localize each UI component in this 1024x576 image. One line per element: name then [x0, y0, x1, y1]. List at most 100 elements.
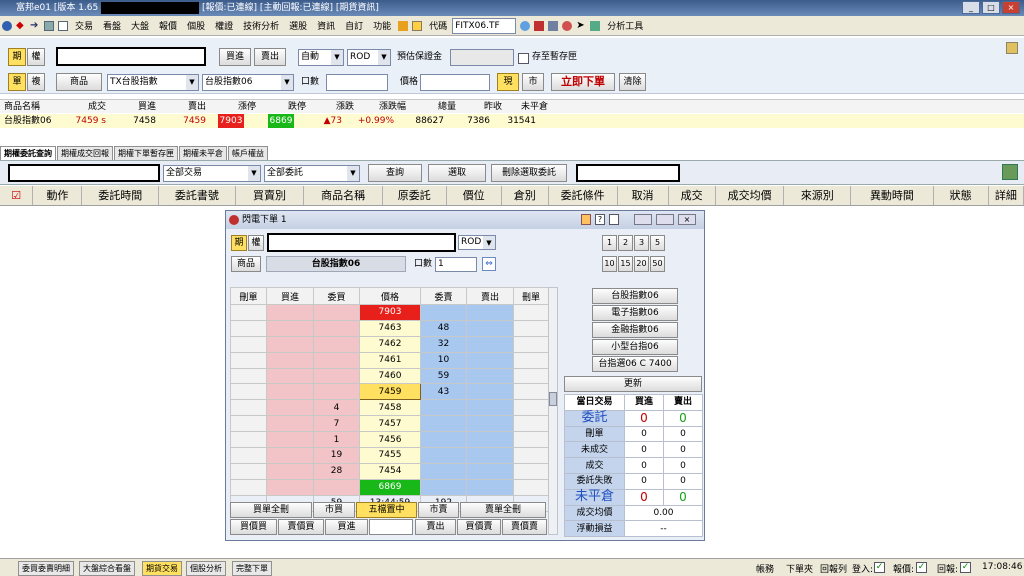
dialog-minimize-button[interactable] — [634, 214, 652, 225]
cancel-sell-cell[interactable] — [513, 335, 549, 353]
current-price-button[interactable]: 現 — [497, 73, 519, 91]
menu-watch[interactable]: 看盤 — [98, 19, 126, 32]
sell-cell[interactable] — [466, 319, 514, 337]
cancel-sell-cell[interactable] — [513, 351, 549, 369]
column-header[interactable]: 委託時間 — [82, 186, 160, 205]
price-cell[interactable]: 7459 — [359, 383, 421, 401]
ladder-row[interactable]: 19 7455 — [230, 447, 549, 464]
sell-cell[interactable] — [466, 383, 514, 401]
ladder-scrollbar[interactable] — [548, 287, 558, 535]
page-icon[interactable] — [58, 20, 68, 31]
pencil-icon[interactable] — [398, 20, 409, 31]
price-input-cell[interactable] — [369, 519, 413, 535]
maximize-button[interactable]: □ — [982, 1, 1000, 14]
qty-input[interactable] — [326, 74, 388, 91]
status-tab[interactable]: 大盤綜合看盤 — [79, 561, 135, 576]
buy-cell[interactable] — [266, 415, 314, 433]
edit-icon[interactable] — [1006, 42, 1018, 54]
swap-icon[interactable]: ⇔ — [482, 257, 496, 271]
tab-3[interactable]: 期權未平倉 — [179, 146, 227, 160]
price-cell[interactable]: 7460 — [359, 367, 421, 385]
column-header[interactable]: 異動時間 — [851, 186, 934, 205]
price-cell[interactable]: 7455 — [359, 447, 421, 464]
help-icon[interactable] — [562, 20, 573, 31]
dlg-qty-input[interactable]: 1 — [435, 257, 477, 272]
dlg-rod-select[interactable]: ROD — [458, 235, 496, 250]
store-checkbox[interactable] — [518, 53, 529, 64]
ladder-row[interactable]: 7460 59 — [230, 367, 549, 385]
ladder-action-button[interactable]: 市買 — [313, 502, 355, 518]
cancel-sell-cell[interactable] — [513, 367, 549, 385]
ladder-action-button[interactable]: 五檔置中 — [356, 502, 417, 518]
scroll-thumb[interactable] — [549, 392, 557, 406]
product-select[interactable]: TX台股指數 — [107, 74, 199, 91]
dlg-product-button[interactable]: 商品 — [231, 256, 261, 272]
tab-0[interactable]: 期權委託查詢 — [0, 146, 56, 160]
sell-button[interactable]: 賣出 — [254, 48, 286, 66]
price-cell[interactable]: 6869 — [359, 478, 421, 496]
menu-custom[interactable]: 自訂 — [340, 19, 368, 32]
tab-1[interactable]: 期權成交回報 — [57, 146, 113, 160]
menu-warrant[interactable]: 權證 — [210, 19, 238, 32]
sell-cell[interactable] — [466, 335, 514, 353]
menu-functions[interactable]: 功能 — [368, 19, 396, 32]
price-cell[interactable]: 7456 — [359, 431, 421, 449]
ladder-row[interactable]: 7463 48 — [230, 319, 549, 337]
dialog-close-button[interactable]: × — [678, 214, 696, 225]
cancel-sell-cell[interactable] — [513, 383, 549, 401]
code-input[interactable]: FITX06.TF — [452, 17, 517, 34]
product-shortcut-button[interactable]: 台股指數06 — [592, 288, 678, 304]
ladder-order-button[interactable]: 買進 — [325, 519, 368, 535]
ladder-order-button[interactable]: 賣出 — [415, 519, 456, 535]
buy-cell[interactable] — [266, 304, 314, 321]
column-header[interactable]: 動作 — [33, 186, 83, 205]
mode-select[interactable]: 自動 — [298, 49, 344, 66]
dlg-options-toggle[interactable]: 權 — [248, 235, 264, 251]
ladder-action-button[interactable]: 買單全刪 — [230, 502, 312, 518]
buy-cell[interactable] — [266, 319, 314, 337]
ladder-row[interactable]: 28 7454 — [230, 462, 549, 480]
ladder-action-button[interactable]: 賣單全刪 — [460, 502, 546, 518]
cancel-sell-cell[interactable] — [513, 447, 549, 464]
tab-4[interactable]: 帳戶權益 — [228, 146, 268, 160]
sell-cell[interactable] — [466, 478, 514, 496]
buy-cell[interactable] — [266, 478, 314, 496]
forward-icon[interactable]: ➔ — [30, 20, 40, 31]
price-cell[interactable]: 7454 — [359, 462, 421, 480]
sell-cell[interactable] — [466, 304, 514, 321]
column-header[interactable]: 原委託 — [383, 186, 447, 205]
tools-icon[interactable] — [590, 20, 601, 31]
status-accounting[interactable]: 帳務 — [756, 562, 774, 575]
column-header[interactable]: 委託書號 — [159, 186, 236, 205]
buy-cell[interactable] — [266, 447, 314, 464]
qty-preset-button[interactable]: 50 — [650, 256, 665, 272]
cancel-buy-cell[interactable] — [230, 304, 267, 321]
ladder-row[interactable]: 7903 — [230, 304, 549, 321]
menu-trade[interactable]: 交易 — [70, 19, 98, 32]
refresh-button[interactable]: 更新 — [564, 376, 702, 392]
cancel-sell-cell[interactable] — [513, 319, 549, 337]
buy-cell[interactable] — [266, 462, 314, 480]
column-header[interactable]: 來源別 — [784, 186, 852, 205]
product-shortcut-button[interactable]: 電子指數06 — [592, 305, 678, 321]
account-field[interactable] — [56, 47, 206, 66]
column-header[interactable]: 詳細 — [989, 186, 1024, 205]
cancel-sell-cell[interactable] — [513, 304, 549, 321]
cancel-sell-cell[interactable] — [513, 431, 549, 449]
dlg-account-field[interactable] — [267, 233, 456, 252]
qty-preset-button[interactable]: 5 — [650, 235, 665, 251]
cancel-buy-cell[interactable] — [230, 431, 267, 449]
column-header[interactable]: 商品名稱 — [304, 186, 383, 205]
settings-icon[interactable] — [548, 20, 559, 31]
menu-stock[interactable]: 個股 — [182, 19, 210, 32]
sell-cell[interactable] — [466, 431, 514, 449]
product-shortcut-button[interactable]: 金融指數06 — [592, 322, 678, 338]
price-cell[interactable]: 7458 — [359, 399, 421, 417]
place-order-button[interactable]: 立即下單 — [551, 73, 615, 91]
query-button[interactable]: 查詢 — [368, 164, 422, 182]
cancel-buy-cell[interactable] — [230, 415, 267, 433]
ladder-row[interactable]: 4 7458 — [230, 399, 549, 417]
status-tab[interactable]: 個股分析 — [186, 561, 226, 576]
cancel-buy-cell[interactable] — [230, 447, 267, 464]
column-header[interactable]: 成交均價 — [716, 186, 785, 205]
